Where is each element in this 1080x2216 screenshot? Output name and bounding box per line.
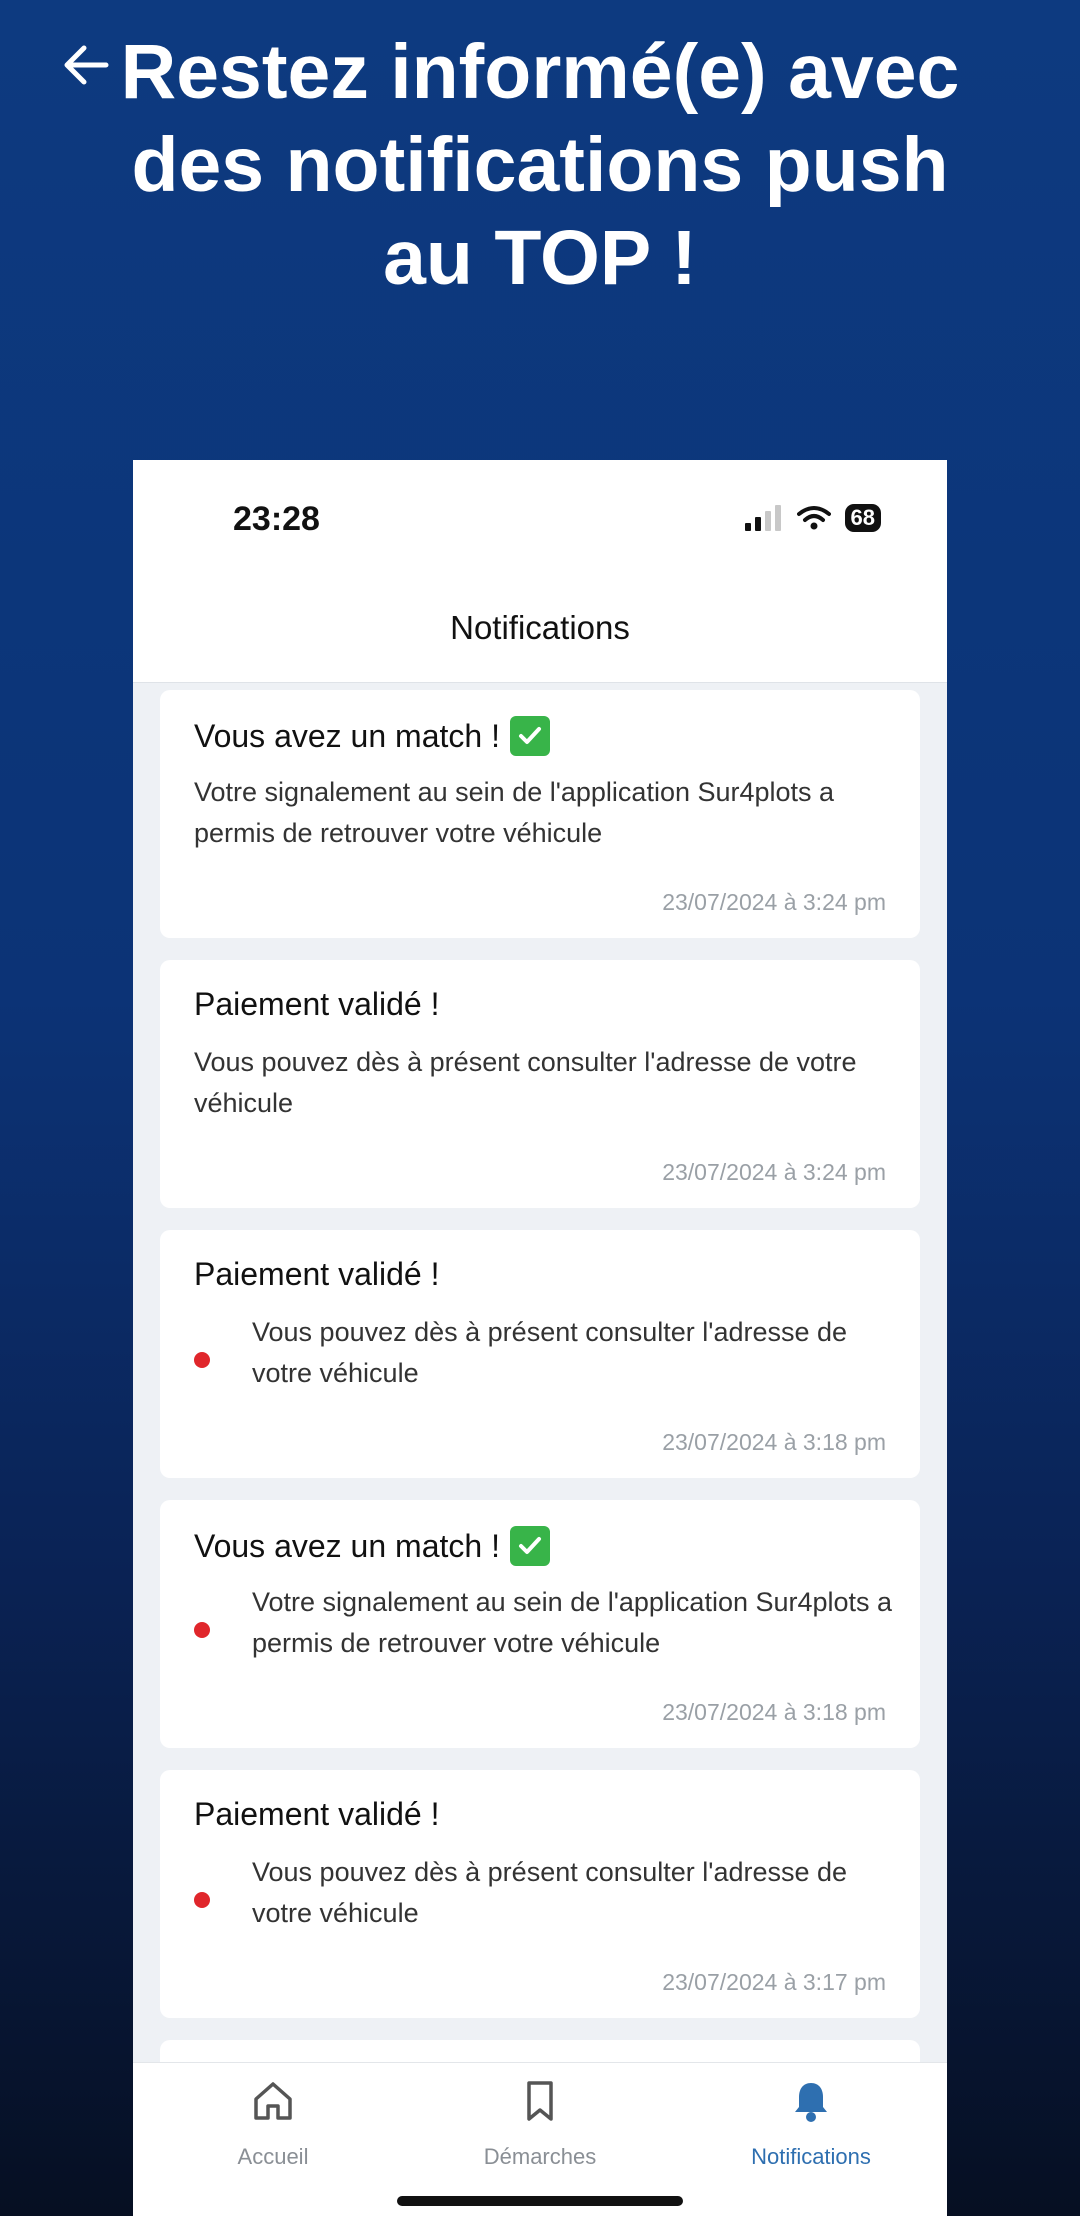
notification-card[interactable]: Paiement validé ! Vous pouvez dès à prés…	[160, 960, 920, 1208]
notification-body: Vous pouvez dès à présent consulter l'ad…	[252, 1317, 848, 1388]
signal-icon	[744, 505, 781, 531]
tab-demarches[interactable]: Démarches	[440, 2077, 640, 2170]
notification-date: 23/07/2024 à 3:24 pm	[662, 1159, 886, 1185]
notification-card[interactable]: Vous avez un match ! Votre signalement a…	[160, 690, 920, 938]
screen-title: Notifications	[133, 578, 947, 683]
notification-list: Vous avez un match ! Votre signalement a…	[160, 690, 920, 2216]
notification-title: Vous avez un match !	[194, 1527, 500, 1564]
bell-icon	[795, 2083, 827, 2122]
notification-date: 23/07/2024 à 3:17 pm	[662, 1969, 886, 1995]
notification-title: Paiement validé !	[194, 1256, 440, 1292]
tab-accueil[interactable]: Accueil	[173, 2077, 373, 2170]
check-icon	[509, 716, 550, 756]
promo-headline: Restez informé(e) avec des notifications…	[110, 26, 970, 305]
unread-dot-icon	[194, 1352, 210, 1368]
wifi-icon	[796, 506, 831, 530]
notification-card[interactable]: Paiement validé ! Vous pouvez dès à prés…	[160, 1770, 920, 2018]
notification-body: Vous pouvez dès à présent consulter l'ad…	[252, 1857, 848, 1928]
tab-notifications[interactable]: Notifications	[711, 2077, 911, 2170]
home-indicator	[397, 2196, 683, 2206]
notification-title: Paiement validé !	[194, 986, 440, 1022]
notification-body: Votre signalement au sein de l'applicati…	[194, 777, 835, 848]
unread-dot-icon	[194, 1622, 210, 1638]
tab-label: Démarches	[483, 2144, 597, 2169]
home-icon	[254, 2082, 292, 2120]
status-bar: 23:28 68	[133, 460, 947, 578]
notification-card[interactable]: Paiement validé ! Vous pouvez dès à prés…	[160, 1230, 920, 1478]
notification-card[interactable]: Vous avez un match ! Votre signalement a…	[160, 1500, 920, 1748]
battery-level: 68	[850, 505, 875, 530]
unread-dot-icon	[194, 1892, 210, 1908]
notification-title: Paiement validé !	[194, 1796, 440, 1832]
headline-line-2: des notifications push	[131, 122, 949, 208]
notification-date: 23/07/2024 à 3:24 pm	[662, 889, 886, 915]
back-arrow-icon[interactable]	[56, 34, 118, 96]
check-icon	[509, 1526, 550, 1566]
bottom-tab-bar: Accueil Démarches Notifications	[133, 2062, 947, 2216]
notification-date: 23/07/2024 à 3:18 pm	[662, 1429, 886, 1455]
tab-label: Accueil	[237, 2144, 309, 2169]
phone-screen: 23:28 68 Notifications Vous avez un matc…	[133, 460, 947, 2216]
status-time: 23:28	[233, 500, 320, 538]
headline-line-1: Restez informé(e) avec	[120, 29, 960, 115]
headline-line-3: au TOP !	[383, 215, 697, 301]
tab-label: Notifications	[751, 2144, 871, 2169]
notification-body: Votre signalement au sein de l'applicati…	[252, 1587, 893, 1658]
notification-date: 23/07/2024 à 3:18 pm	[662, 1699, 886, 1725]
notification-body: Vous pouvez dès à présent consulter l'ad…	[194, 1047, 857, 1118]
notification-title: Vous avez un match !	[194, 717, 500, 754]
battery-icon: 68	[844, 504, 881, 532]
bookmark-icon	[527, 2081, 553, 2121]
